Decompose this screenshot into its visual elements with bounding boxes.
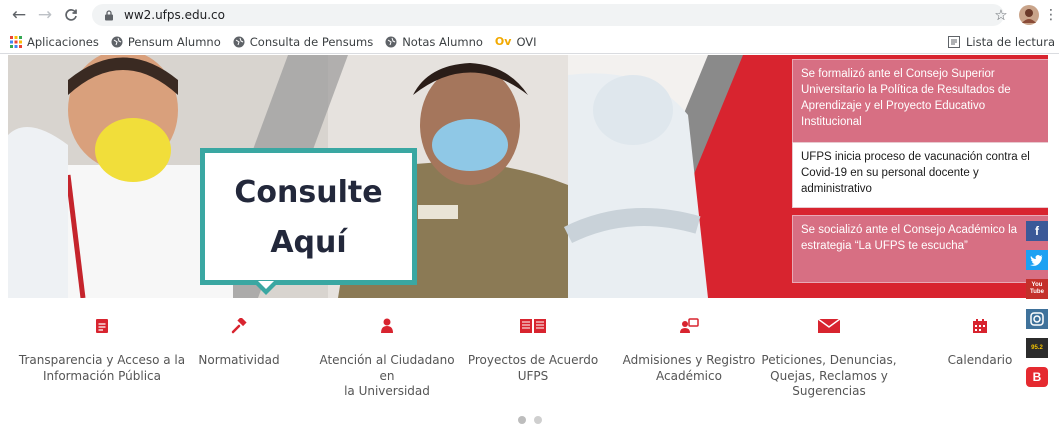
shortcut-calendario[interactable]: Calendario	[930, 317, 1030, 369]
news-item-active[interactable]: UFPS inicia proceso de vacunación contra…	[792, 142, 1048, 208]
reading-list-button[interactable]: Lista de lectura	[947, 30, 1055, 54]
callout-line-1: Consulte	[234, 175, 383, 210]
reading-list-icon	[947, 36, 960, 48]
gavel-icon	[196, 317, 282, 335]
kebab-menu-icon[interactable]: ⋮	[1044, 4, 1058, 26]
bookmark-ovi[interactable]: Ov OVI	[495, 35, 537, 49]
bookmark-apps[interactable]: Aplicaciones	[10, 35, 99, 49]
shortcut-label: Admisiones y Registro	[622, 353, 756, 367]
shortcut-atencion-ciudadano[interactable]: Atención al Ciudadano en la Universidad	[312, 317, 462, 400]
bookmark-consulta-pensums[interactable]: Consulta de Pensums	[233, 35, 373, 49]
hero-banner[interactable]: Se formalizó ante el Consejo Superior Un…	[8, 55, 1048, 298]
shortcut-label: la Universidad	[344, 384, 430, 398]
bookmarks-bar: Aplicaciones Pensum Alumno Consulta de P…	[0, 30, 1059, 54]
bookmark-label: Aplicaciones	[27, 34, 99, 49]
twitter-icon[interactable]	[1026, 250, 1048, 270]
document-icon	[18, 317, 186, 335]
shortcut-pqrs[interactable]: Peticiones, Denuncias, Quejas, Reclamos …	[754, 317, 904, 400]
shortcut-label: Calendario	[947, 353, 1013, 367]
bookmark-label: Notas Alumno	[402, 34, 483, 49]
url-text: ww2.ufps.edu.co	[124, 8, 225, 22]
bookmark-label: Pensum Alumno	[127, 34, 221, 49]
user-icon	[312, 317, 462, 335]
shortcut-label: Información Pública	[42, 368, 162, 383]
shortcut-admisiones[interactable]: Admisiones y Registro Académico	[614, 317, 764, 384]
apps-grid-icon	[10, 35, 22, 48]
callout-tail-inner	[258, 281, 274, 289]
carousel-dot[interactable]	[534, 416, 542, 424]
bookmark-label: Consulta de Pensums	[249, 34, 374, 49]
bookmark-notas-alumno[interactable]: Notas Alumno	[385, 35, 483, 49]
globe-icon	[111, 36, 123, 48]
shortcut-label: Quejas, Reclamos y	[770, 368, 888, 383]
envelope-icon	[754, 317, 904, 335]
browser-toolbar: ← → ww2.ufps.edu.co ☆ ⋮	[0, 0, 1059, 30]
shortcut-label: Peticiones, Denuncias,	[761, 353, 897, 367]
shortcut-label: Académico	[656, 368, 722, 383]
news-item[interactable]: Se socializó ante el Consejo Académico l…	[792, 215, 1048, 283]
shortcut-label: Sugerencias	[792, 384, 866, 398]
calendar-icon	[930, 317, 1030, 335]
shortcut-proyectos-acuerdo[interactable]: Proyectos de Acuerdo UFPS	[458, 317, 608, 384]
shortcut-label: Proyectos de Acuerdo UFPS	[467, 353, 599, 383]
ovi-logo-icon: Ov	[494, 35, 512, 48]
users-chat-icon	[614, 317, 764, 335]
star-icon[interactable]: ☆	[992, 4, 1010, 26]
b-brand-icon[interactable]: B	[1026, 367, 1048, 387]
shortcut-normatividad[interactable]: Normatividad	[196, 317, 282, 369]
globe-icon	[385, 36, 397, 48]
callout-line-2: Aquí	[270, 225, 347, 260]
bookmark-pensum-alumno[interactable]: Pensum Alumno	[111, 35, 221, 49]
bookmark-label: OVI	[516, 34, 537, 49]
shortcut-transparencia[interactable]: Transparencia y Acceso a la Información …	[18, 317, 186, 384]
facebook-icon[interactable]: f	[1026, 221, 1048, 241]
shortcut-label: Atención al Ciudadano en	[319, 353, 455, 383]
forward-arrow-icon[interactable]: →	[34, 4, 56, 26]
globe-icon	[233, 36, 245, 48]
news-item[interactable]: Se formalizó ante el Consejo Superior Un…	[792, 59, 1048, 143]
shortcut-label: Normatividad	[198, 353, 280, 367]
lock-icon	[105, 9, 113, 20]
address-bar[interactable]: ww2.ufps.edu.co	[92, 4, 1004, 26]
back-arrow-icon[interactable]: ←	[8, 4, 30, 26]
profile-avatar[interactable]	[1018, 4, 1040, 26]
reload-icon[interactable]	[60, 4, 82, 26]
carousel-dot[interactable]	[518, 416, 526, 424]
newspaper-icon	[458, 317, 608, 335]
consulte-aqui-callout[interactable]: Consulte Aquí	[200, 148, 417, 285]
youtube-icon[interactable]: You Tube	[1026, 279, 1048, 299]
reading-list-label: Lista de lectura	[965, 35, 1055, 49]
carousel-pagination	[518, 416, 542, 424]
shortcut-label: Transparencia y Acceso a la	[18, 353, 186, 367]
